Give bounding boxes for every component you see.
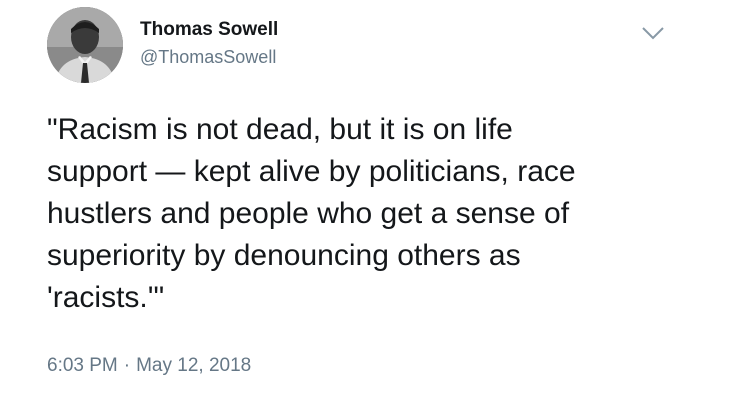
chevron-down-icon [642,27,664,40]
timestamp-separator: · [123,355,131,376]
author-names: Thomas Sowell @ThomasSowell [140,18,278,69]
author-display-name[interactable]: Thomas Sowell [140,18,278,42]
tweet-card: Thomas Sowell @ThomasSowell "Racism is n… [0,0,750,401]
tweet-header: Thomas Sowell @ThomasSowell [47,7,707,83]
tweet-timestamp[interactable]: 6:03 PM · May 12, 2018 [47,355,251,377]
author-handle[interactable]: @ThomasSowell [140,45,278,69]
tweet-text: "Racism is not dead, but it is on life s… [47,113,576,314]
tweet-date: May 12, 2018 [136,355,252,376]
profile-photo-icon [47,7,123,83]
tweet-time: 6:03 PM [47,355,118,376]
tweet-menu-button[interactable] [639,23,667,43]
avatar[interactable] [47,7,123,83]
